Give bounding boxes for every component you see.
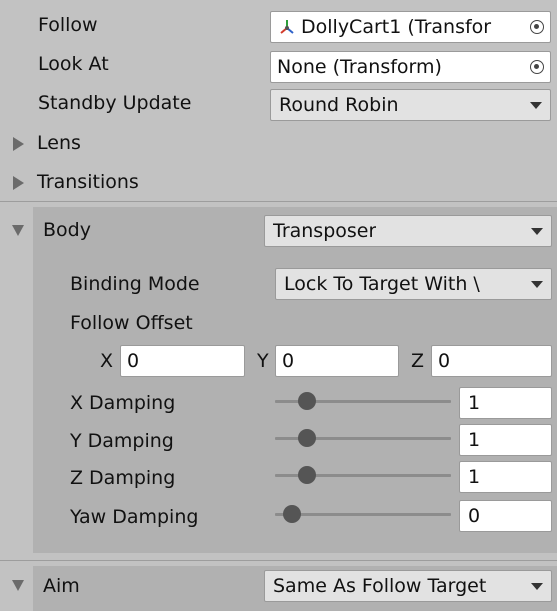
yaw-damping-slider[interactable] — [275, 501, 451, 529]
slider-thumb[interactable] — [298, 466, 316, 484]
object-picker-icon[interactable] — [530, 60, 544, 74]
slider-thumb[interactable] — [283, 505, 301, 523]
transform-icon — [278, 12, 296, 42]
chevron-down-icon — [530, 102, 542, 109]
standby-update-label: Standby Update — [38, 92, 192, 114]
slider-thumb[interactable] — [298, 429, 316, 447]
transitions-label: Transitions — [37, 171, 139, 193]
x-damping-input[interactable]: 1 — [459, 387, 552, 419]
look-at-field[interactable]: None (Transform) — [270, 51, 551, 83]
yaw-damping-label: Yaw Damping — [70, 506, 199, 528]
chevron-down-icon — [531, 583, 543, 590]
z-damping-slider[interactable] — [275, 462, 451, 490]
y-damping-input[interactable]: 1 — [459, 424, 552, 456]
foldout-arrow-icon[interactable] — [12, 225, 24, 236]
body-value: Transposer — [273, 220, 377, 242]
slider-track — [275, 513, 451, 516]
y-damping-label: Y Damping — [70, 430, 174, 452]
transitions-foldout[interactable]: Transitions — [10, 168, 210, 198]
follow-field[interactable]: DollyCart1 (Transfor — [270, 11, 551, 43]
standby-update-value: Round Robin — [279, 94, 399, 116]
aim-value: Same As Follow Target — [273, 575, 487, 597]
x-damping-slider[interactable] — [275, 388, 451, 416]
standby-update-dropdown[interactable]: Round Robin — [270, 89, 551, 121]
yaw-damping-input[interactable]: 0 — [459, 500, 552, 532]
binding-mode-dropdown[interactable]: Lock To Target With \ — [275, 268, 552, 300]
chevron-down-icon — [531, 228, 543, 235]
body-label: Body — [43, 219, 91, 241]
slider-thumb[interactable] — [298, 392, 316, 410]
foldout-arrow-icon — [13, 137, 24, 151]
x-damping-label: X Damping — [70, 392, 176, 414]
section-divider — [0, 201, 557, 202]
offset-x-input[interactable]: 0 — [120, 345, 245, 377]
lens-foldout[interactable]: Lens — [10, 129, 210, 159]
aim-label: Aim — [43, 575, 80, 597]
look-at-value: None (Transform) — [277, 56, 442, 78]
look-at-label: Look At — [38, 53, 109, 75]
binding-mode-value: Lock To Target With \ — [284, 273, 480, 295]
foldout-arrow-icon — [13, 176, 24, 190]
aim-dropdown[interactable]: Same As Follow Target — [264, 570, 552, 602]
follow-value: DollyCart1 (Transfor — [301, 16, 492, 38]
follow-label: Follow — [38, 14, 98, 36]
offset-x-label: X — [100, 350, 114, 372]
foldout-arrow-icon[interactable] — [12, 580, 24, 591]
offset-y-input[interactable]: 0 — [275, 345, 399, 377]
body-dropdown[interactable]: Transposer — [264, 215, 552, 247]
lens-label: Lens — [37, 132, 81, 154]
z-damping-input[interactable]: 1 — [459, 461, 552, 493]
y-damping-slider[interactable] — [275, 425, 451, 453]
offset-y-label: Y — [257, 350, 269, 372]
follow-offset-label: Follow Offset — [70, 312, 193, 334]
offset-z-input[interactable]: 0 — [431, 345, 552, 377]
object-picker-icon[interactable] — [530, 20, 544, 34]
section-divider — [0, 560, 557, 561]
offset-z-label: Z — [411, 350, 425, 372]
z-damping-label: Z Damping — [70, 467, 176, 489]
binding-mode-label: Binding Mode — [70, 273, 200, 295]
chevron-down-icon — [531, 281, 543, 288]
